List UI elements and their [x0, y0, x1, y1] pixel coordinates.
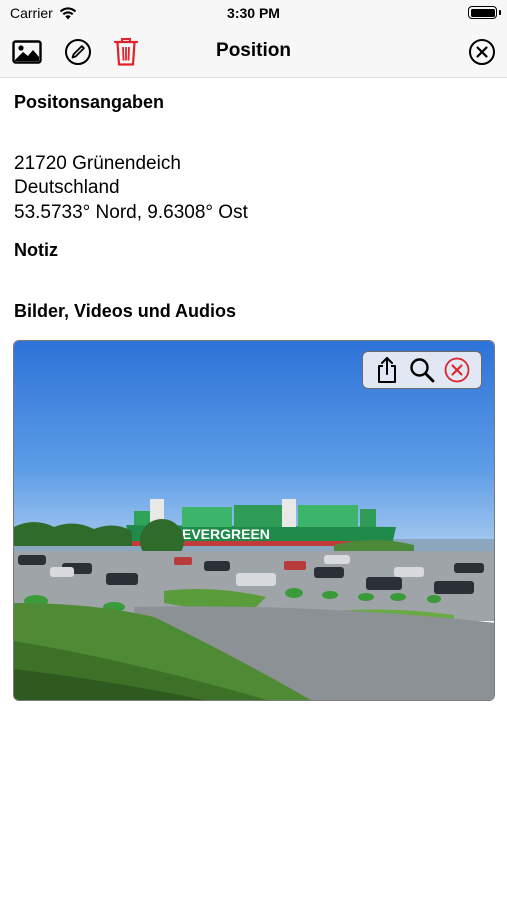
status-bar: Carrier 3:30 PM [0, 0, 507, 26]
media-toolbar [362, 351, 482, 389]
close-button[interactable] [467, 37, 497, 67]
position-heading: Positonsangaben [14, 92, 165, 112]
note-heading: Notiz [14, 240, 58, 260]
ship-lettering: EVERGREEN [182, 526, 270, 542]
delete-icon [444, 357, 470, 383]
zoom-button[interactable] [408, 356, 436, 384]
status-time: 3:30 PM [227, 5, 280, 21]
page-title: Position [216, 40, 291, 61]
address-line-1: 21720 Grünendeich [14, 153, 181, 174]
media-heading: Bilder, Videos und Audios [14, 301, 237, 321]
share-icon [377, 357, 396, 383]
zoom-icon [410, 358, 435, 383]
coordinates: 53.5733° Nord, 9.6308° Ost [14, 202, 248, 223]
navigation-bar: Position [0, 26, 507, 78]
close-icon [469, 39, 495, 65]
delete-media-button[interactable] [443, 356, 471, 384]
share-button[interactable] [373, 356, 401, 384]
address-line-2: Deutschland [14, 177, 120, 198]
photo-thumbnail: EVERGREEN [14, 341, 494, 700]
battery-icon [468, 6, 497, 19]
battery-cap [499, 10, 501, 15]
media-photo[interactable]: EVERGREEN [13, 340, 495, 701]
